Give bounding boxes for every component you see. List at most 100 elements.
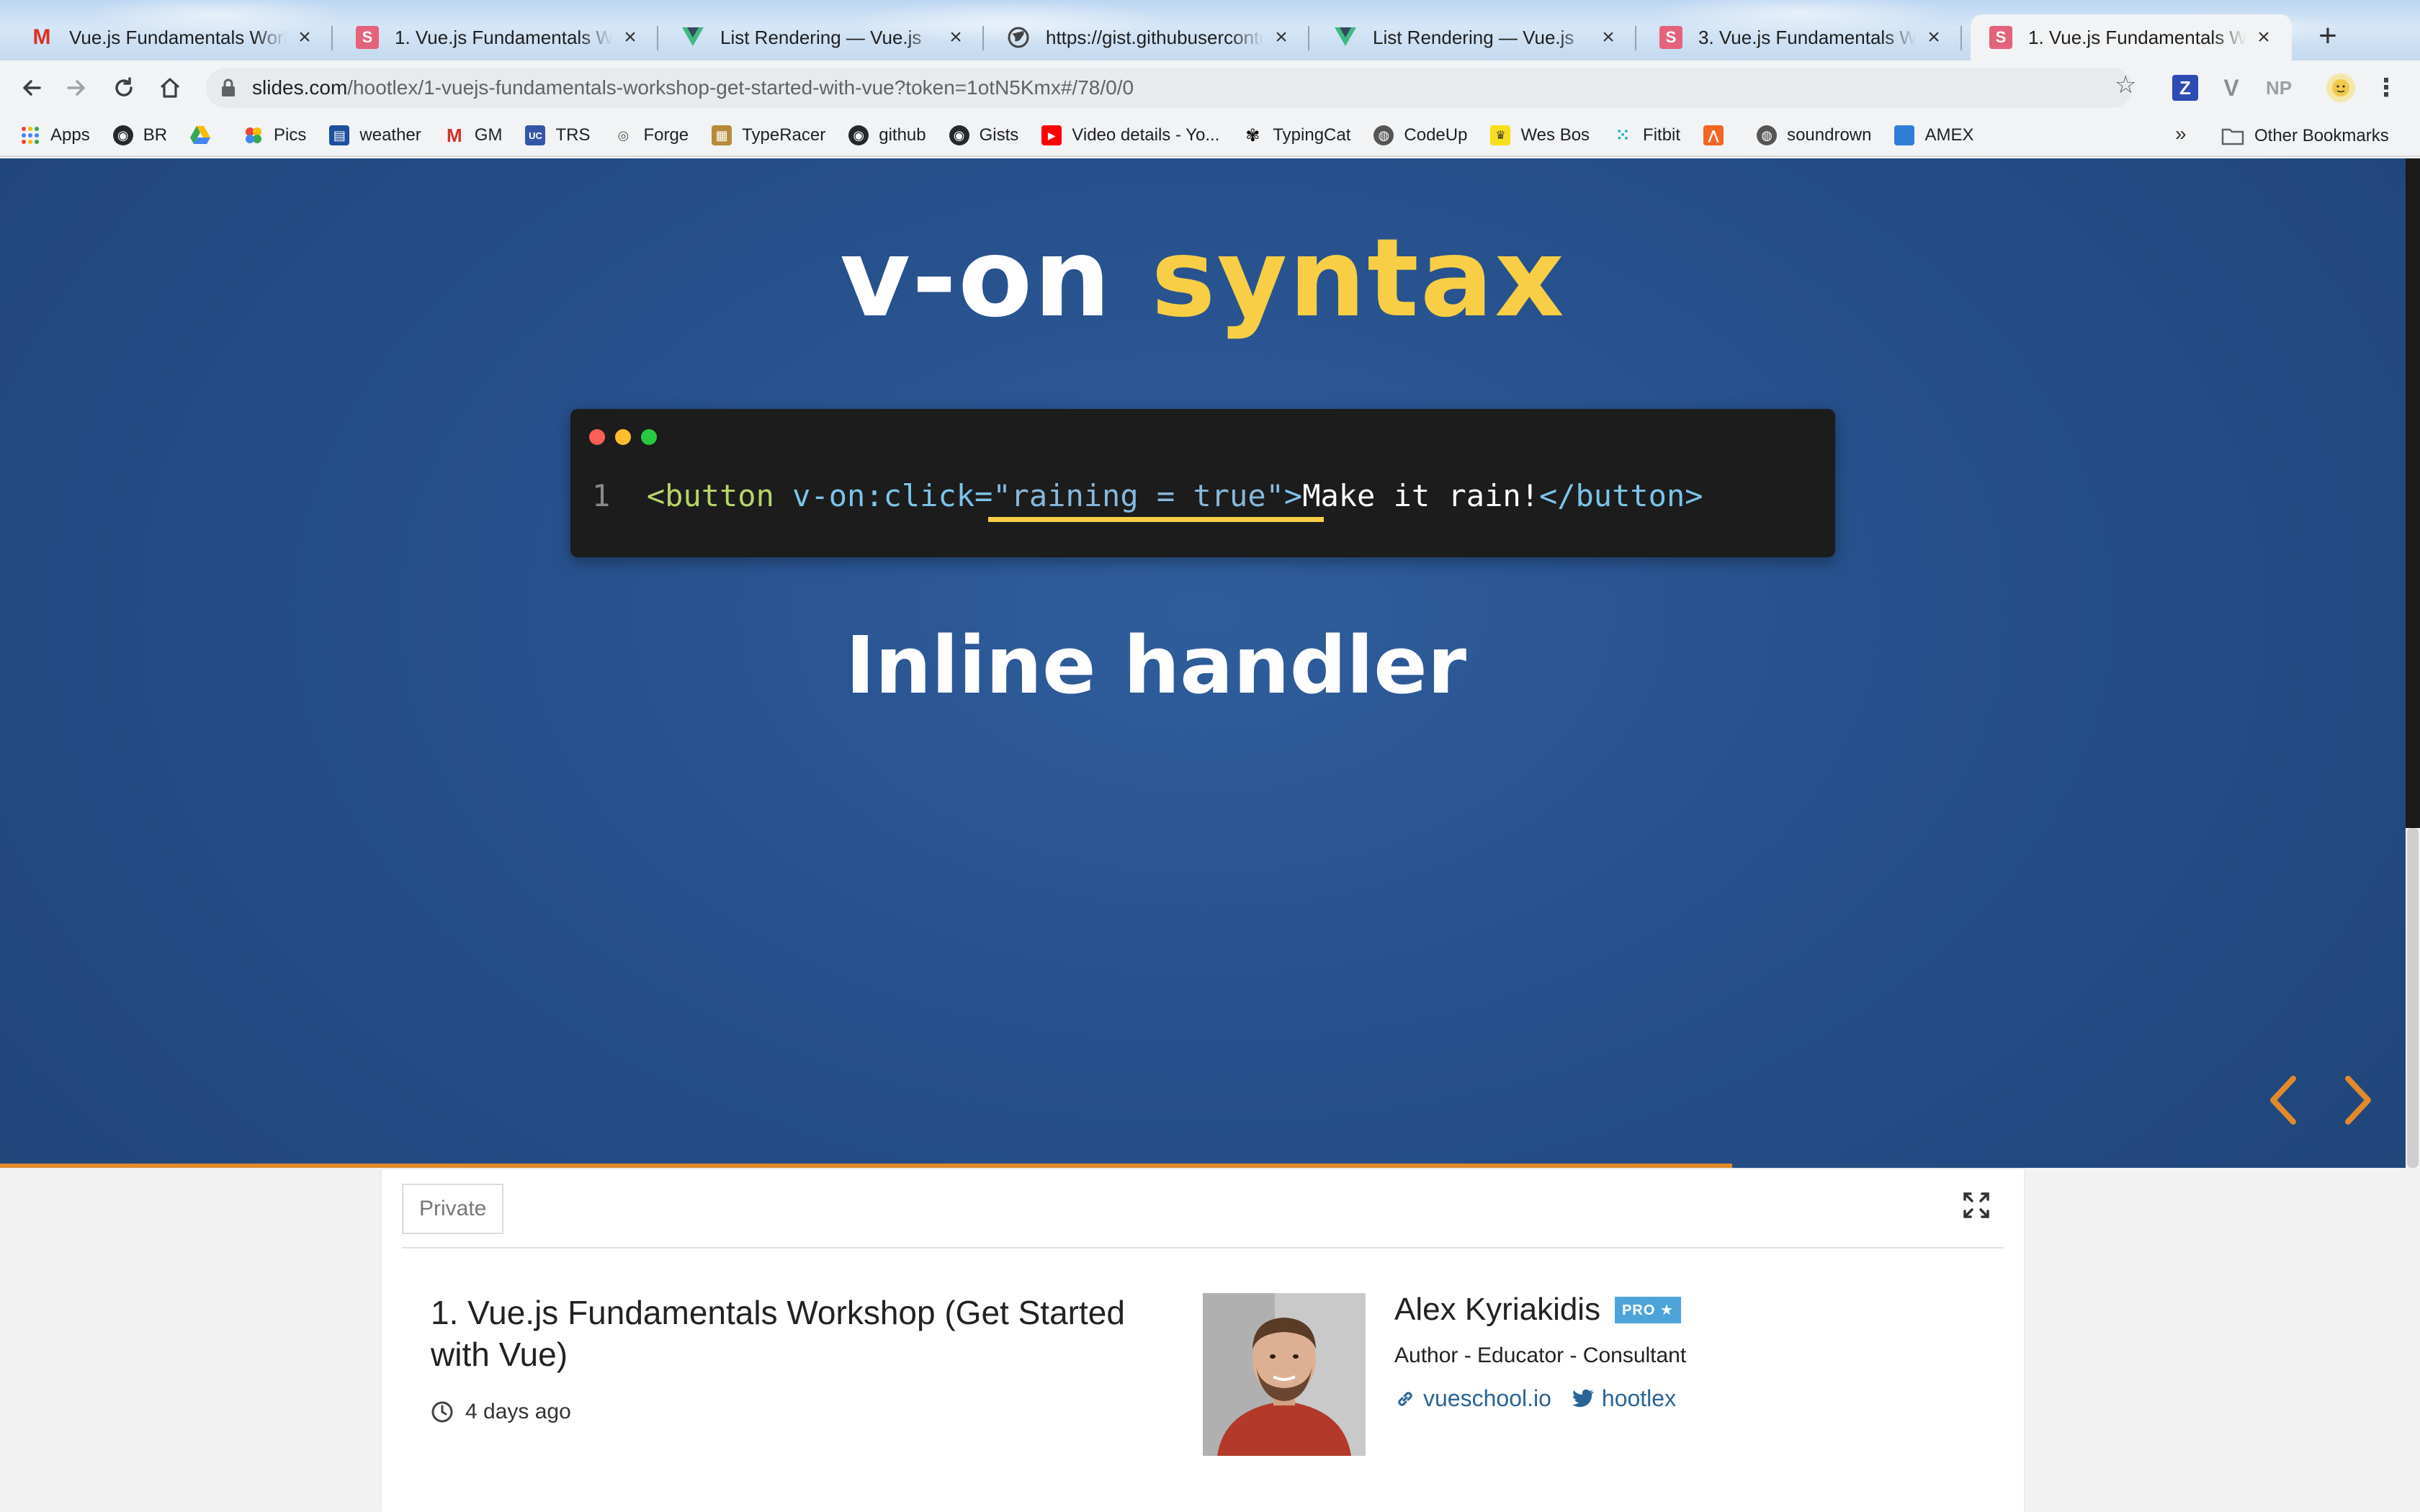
tab-0[interactable]: M Vue.js Fundamentals Workshop ×: [12, 14, 333, 60]
home-button[interactable]: [153, 71, 187, 105]
extension-z-icon[interactable]: Z: [2172, 75, 2198, 101]
visibility-badge[interactable]: Private: [402, 1184, 504, 1234]
tab-2[interactable]: List Rendering — Vue.js ×: [663, 14, 984, 60]
twitter-link[interactable]: hootlex: [1572, 1385, 1676, 1412]
pro-badge: PRO ★: [1615, 1296, 1681, 1323]
forward-button[interactable]: [59, 71, 94, 105]
profile-avatar[interactable]: [2326, 73, 2355, 102]
fitbit-icon: ⁙: [1615, 126, 1630, 144]
bookmark-pics[interactable]: Pics: [243, 125, 306, 145]
code-value: "raining = true": [992, 478, 1284, 513]
menu-kebab-icon[interactable]: ⋮: [2374, 74, 2398, 102]
author-name[interactable]: Alex Kyriakidis: [1394, 1292, 1600, 1328]
bookmark-typingcat[interactable]: ✾ TypingCat: [1242, 125, 1350, 145]
new-tab-button[interactable]: +: [2311, 20, 2345, 55]
bookmark-apps[interactable]: Apps: [20, 125, 90, 145]
code-tag-open: <button: [646, 478, 793, 513]
arrow-right-icon: [67, 80, 85, 96]
bookmark-gm[interactable]: M GM: [444, 125, 503, 146]
bookmark-trs[interactable]: UC TRS: [525, 125, 590, 145]
author-photo: [1203, 1293, 1366, 1456]
extension-v-icon[interactable]: V: [2217, 75, 2246, 101]
close-icon[interactable]: ×: [945, 25, 967, 50]
code-line: 1 <button v-on:click="raining = true">Ma…: [592, 478, 1703, 513]
face-icon: [2332, 79, 2349, 96]
back-button[interactable]: [14, 71, 49, 105]
website-link[interactable]: vueschool.io: [1394, 1385, 1551, 1412]
close-icon[interactable]: ×: [619, 25, 641, 50]
bookmarks-overflow-button[interactable]: »: [2175, 122, 2187, 145]
url-text: slides.com/hootlex/1-vuejs-fundamentals-…: [252, 76, 1134, 99]
author-avatar[interactable]: [1203, 1293, 1366, 1456]
vue-icon: [1334, 26, 1357, 49]
next-slide-icon[interactable]: [2336, 1071, 2380, 1129]
tab-6-active[interactable]: S 1. Vue.js Fundamentals Workshop ×: [1971, 14, 2292, 60]
youtube-icon: ▶: [1041, 125, 1062, 145]
vue-icon: [681, 26, 704, 49]
page-scrollbar-thumb[interactable]: [2407, 828, 2419, 1168]
apps-grid-icon: [20, 125, 40, 145]
bookmark-weather[interactable]: ▤ weather: [329, 125, 421, 145]
other-bookmarks-label: Other Bookmarks: [2254, 126, 2389, 145]
bookmark-label: github: [879, 125, 926, 145]
bookmark-forge[interactable]: ◎ Forge: [613, 125, 689, 145]
bookmark-label: Video details - Yo...: [1072, 125, 1220, 145]
close-icon[interactable]: ×: [294, 25, 315, 50]
bookmark-label: TypeRacer: [742, 125, 826, 145]
slides-icon: S: [356, 26, 379, 49]
bookmark-github[interactable]: ◉ github: [848, 125, 926, 145]
tab-3[interactable]: https://gist.githubusercontent.com ×: [988, 14, 1309, 60]
bookmark-fitbit[interactable]: ⁙ Fitbit: [1613, 125, 1680, 145]
twitter-label: hootlex: [1601, 1385, 1677, 1411]
tab-title: List Rendering — Vue.js: [1373, 26, 1574, 48]
close-icon[interactable]: ×: [2253, 25, 2275, 50]
updated-label: 4 days ago: [465, 1400, 571, 1423]
paw-icon: ✾: [1245, 125, 1260, 145]
reload-button[interactable]: [107, 71, 141, 105]
close-icon[interactable]: ×: [1597, 25, 1619, 50]
website-label: vueschool.io: [1423, 1385, 1551, 1411]
prev-slide-icon[interactable]: [2262, 1071, 2305, 1129]
slide-progress-bar: [0, 1164, 1732, 1168]
photos-icon: [243, 125, 264, 145]
author-links: vueschool.io hootlex: [1394, 1385, 1696, 1412]
fullscreen-icon[interactable]: [1962, 1191, 1991, 1220]
slide-viewport[interactable]: v-on syntax 1 <button v-on:click="rainin…: [0, 158, 2406, 1168]
folder-icon: [2221, 128, 2244, 145]
bookmark-label: Gists: [979, 125, 1019, 145]
drive-icon: [190, 125, 211, 145]
other-bookmarks-folder[interactable]: Other Bookmarks: [2221, 115, 2389, 157]
forge-icon: ◎: [617, 127, 629, 143]
bookmark-codeup[interactable]: ◍ CodeUp: [1373, 125, 1467, 145]
tab-4[interactable]: List Rendering — Vue.js ×: [1315, 14, 1636, 60]
bookmark-label: Forge: [643, 125, 689, 145]
bookmark-br[interactable]: ◉ BR: [112, 125, 167, 145]
close-icon[interactable]: ×: [1923, 25, 1945, 50]
yellow-dot-icon: [615, 429, 631, 445]
bookmark-label: Fitbit: [1643, 125, 1681, 145]
extension-np-icon[interactable]: NP: [2262, 75, 2296, 101]
trs-icon: UC: [525, 125, 546, 145]
bookmark-amex[interactable]: AMEX: [1894, 125, 1974, 145]
bookmark-star-icon[interactable]: ☆: [2115, 71, 2136, 99]
bookmark-drive[interactable]: [190, 125, 220, 145]
tab-1[interactable]: S 1. Vue.js Fundamentals Workshop ×: [337, 14, 658, 60]
bookmark-wesbos[interactable]: ♛ Wes Bos: [1490, 125, 1590, 145]
tab-title: 1. Vue.js Fundamentals Workshop: [395, 26, 612, 48]
tab-5[interactable]: S 3. Vue.js Fundamentals Workshop ×: [1641, 14, 1962, 60]
bookmark-soundrown[interactable]: ◍ soundrown: [1757, 125, 1871, 145]
weather-icon: ▤: [329, 125, 350, 145]
bookmark-typeracer[interactable]: ▦ TypeRacer: [712, 125, 825, 145]
bookmark-orange-app[interactable]: ⋀: [1703, 125, 1734, 145]
slides-icon: S: [1989, 26, 2012, 49]
bookmark-label: GM: [474, 125, 503, 145]
bookmark-gists[interactable]: ◉ Gists: [949, 125, 1019, 145]
address-bar[interactable]: slides.com/hootlex/1-vuejs-fundamentals-…: [206, 68, 2132, 108]
author-role: Author - Educator - Consultant: [1394, 1344, 1687, 1367]
author-name-row: Alex Kyriakidis PRO ★: [1394, 1292, 1696, 1328]
tab-separator: [1960, 26, 1962, 50]
close-icon[interactable]: ×: [1270, 25, 1292, 50]
bookmark-youtube[interactable]: ▶ Video details - Yo...: [1041, 125, 1219, 145]
updated-time: 4 days ago: [431, 1400, 571, 1424]
crown-icon: ♛: [1490, 125, 1511, 145]
